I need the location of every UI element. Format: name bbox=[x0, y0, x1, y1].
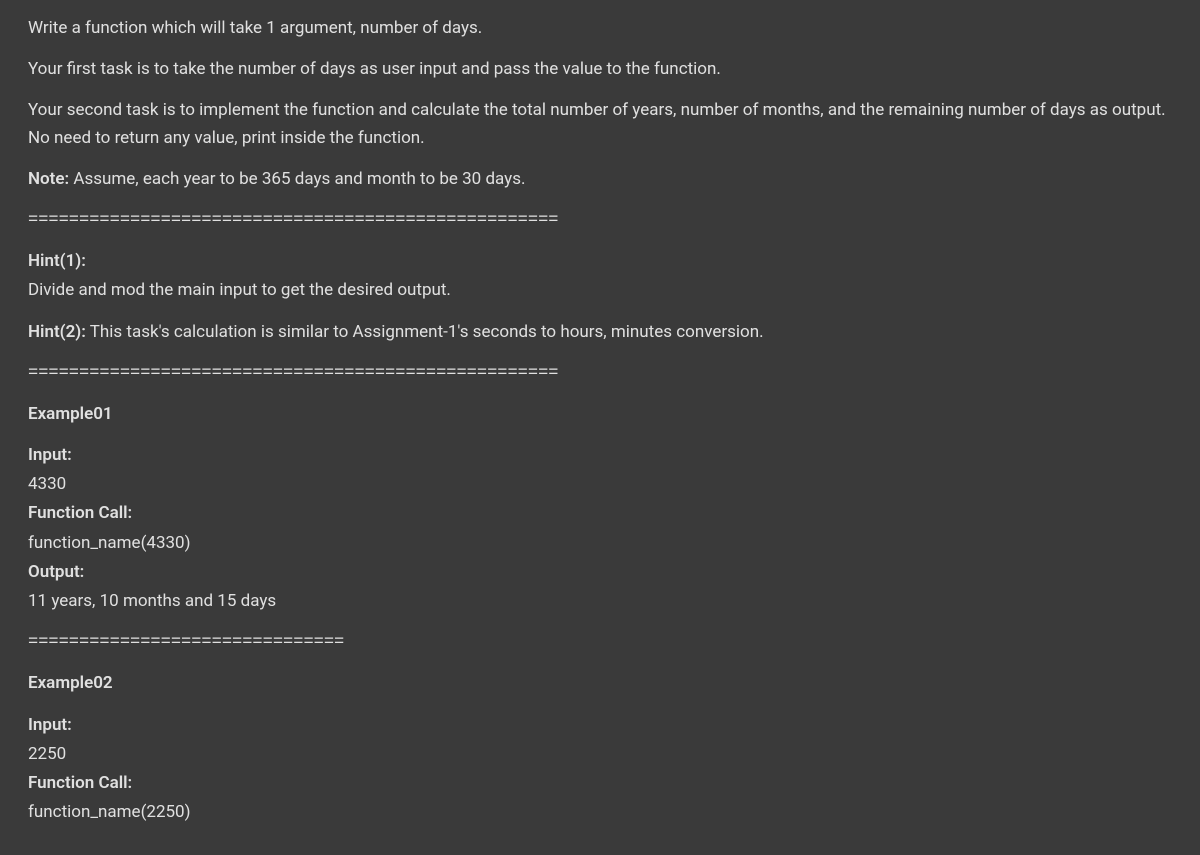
example-1-input-value: 4330 bbox=[28, 471, 1172, 498]
example-1-input-label: Input: bbox=[28, 442, 1172, 469]
example-2-block: Input: 2250 Function Call: function_name… bbox=[28, 712, 1172, 827]
example-2-function-call-label: Function Call: bbox=[28, 770, 1172, 797]
hint-2-text: This task's calculation is similar to As… bbox=[86, 322, 764, 342]
example-2-title: Example02 bbox=[28, 670, 1172, 697]
hint-1-label: Hint(1): bbox=[28, 248, 1172, 275]
hint-1-text: Divide and mod the main input to get the… bbox=[28, 277, 1172, 304]
example-1-output-value: 11 years, 10 months and 15 days bbox=[28, 588, 1172, 615]
hint-2-label: Hint(2): bbox=[28, 322, 86, 342]
example-1-function-call-value: function_name(4330) bbox=[28, 530, 1172, 557]
example-1-block: Input: 4330 Function Call: function_name… bbox=[28, 442, 1172, 615]
example-1-function-call-label: Function Call: bbox=[28, 500, 1172, 527]
example-2-input-label: Input: bbox=[28, 712, 1172, 739]
divider-2: ========================================… bbox=[28, 360, 1172, 387]
example-2-function-call-value: function_name(2250) bbox=[28, 799, 1172, 826]
intro-line-3: Your second task is to implement the fun… bbox=[28, 97, 1172, 151]
note-paragraph: Note: Assume, each year to be 365 days a… bbox=[28, 166, 1172, 193]
example-2-input-value: 2250 bbox=[28, 741, 1172, 768]
example-1-title: Example01 bbox=[28, 401, 1172, 428]
note-text: Assume, each year to be 365 days and mon… bbox=[69, 169, 525, 189]
hint-1-block: Hint(1): Divide and mod the main input t… bbox=[28, 248, 1172, 304]
intro-line-1: Write a function which will take 1 argum… bbox=[28, 15, 1172, 42]
example-1-output-label: Output: bbox=[28, 559, 1172, 586]
note-label: Note: bbox=[28, 169, 69, 189]
hint-2-paragraph: Hint(2): This task's calculation is simi… bbox=[28, 319, 1172, 346]
divider-1: ========================================… bbox=[28, 207, 1172, 234]
divider-3: =============================== bbox=[28, 629, 1172, 656]
intro-line-2: Your first task is to take the number of… bbox=[28, 56, 1172, 83]
